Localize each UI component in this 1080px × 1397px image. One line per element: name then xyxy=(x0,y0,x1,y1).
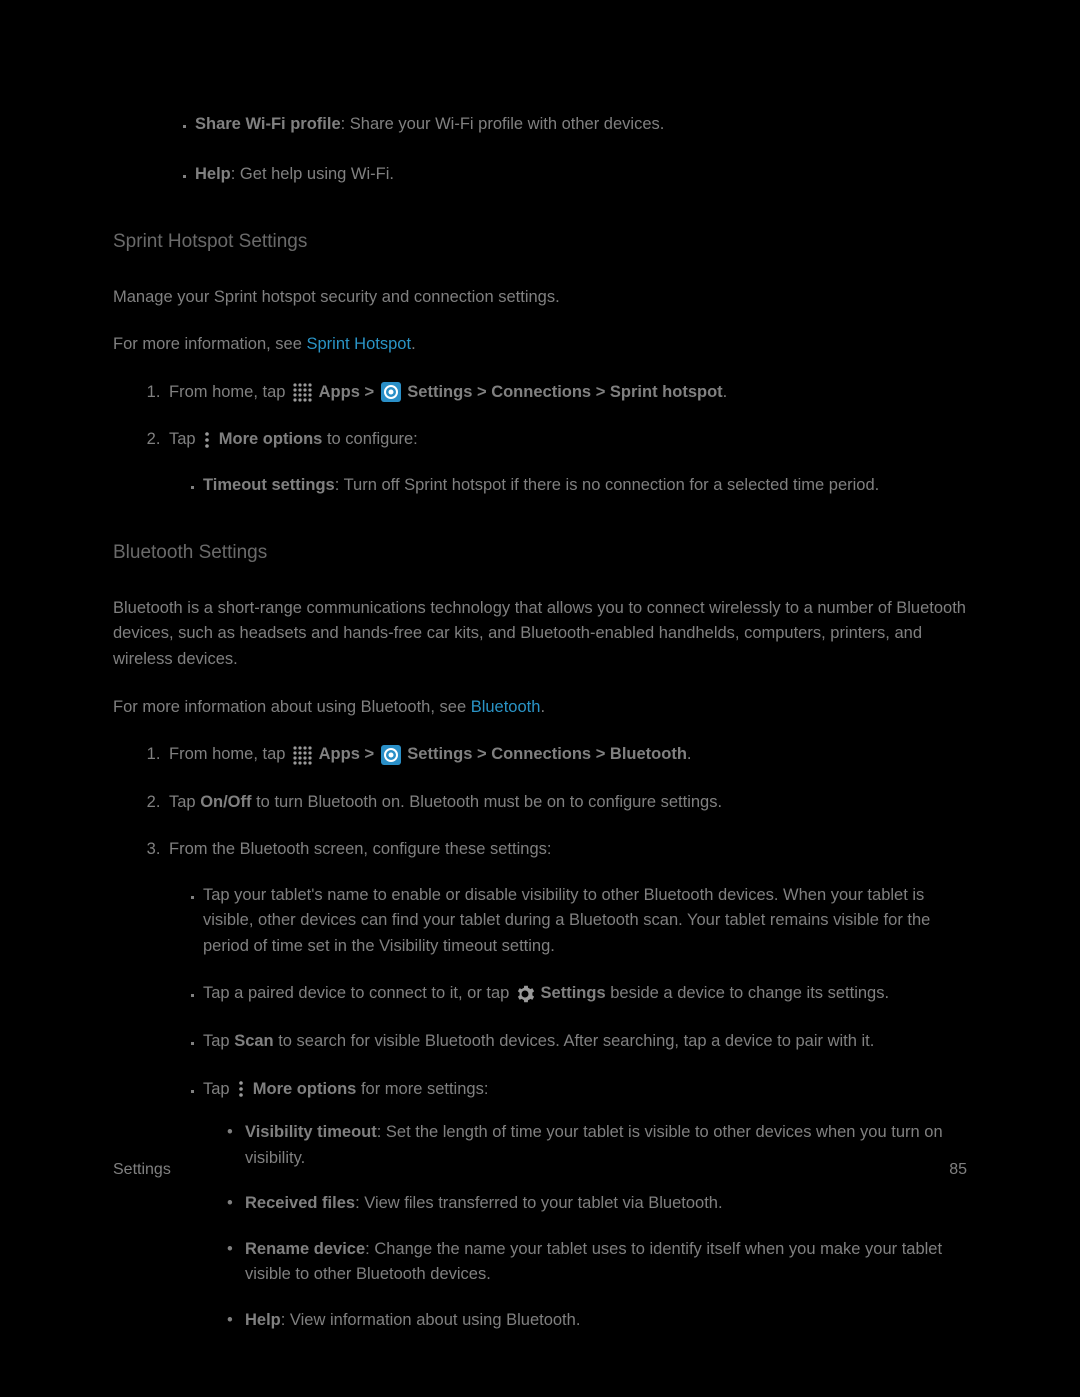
ordered-steps-bluetooth: From home, tap Apps > Settings > Connect… xyxy=(113,742,968,1333)
section-heading-hotspot: Sprint Hotspot Settings xyxy=(113,227,968,256)
document-page: Share Wi-Fi profile: Share your Wi-Fi pr… xyxy=(113,112,968,1356)
section-heading-bluetooth: Bluetooth Settings xyxy=(113,538,968,567)
list-item: Received files: View files transferred t… xyxy=(227,1191,968,1217)
text: Tap xyxy=(203,1032,234,1050)
bullet-text: : Get help using Wi-Fi. xyxy=(231,165,394,183)
text: From the Bluetooth screen, configure the… xyxy=(169,840,551,858)
bullet-text: : Share your Wi-Fi profile with other de… xyxy=(341,115,665,133)
list-item: Help: Get help using Wi-Fi. xyxy=(195,162,968,188)
more-options-icon xyxy=(236,1079,246,1099)
text: Tap a paired device to connect to it, or… xyxy=(203,984,514,1002)
sub-bullets: Tap your tablet's name to enable or disa… xyxy=(169,883,968,1334)
page-number: 85 xyxy=(949,1158,967,1183)
text: For more information about using Bluetoo… xyxy=(113,698,471,716)
more-options-icon xyxy=(202,430,212,450)
text: beside a device to change its settings. xyxy=(606,984,889,1002)
sub-bullets: Timeout settings: Turn off Sprint hotspo… xyxy=(169,473,968,499)
list-item: Rename device: Change the name your tabl… xyxy=(227,1237,968,1288)
list-item: Share Wi-Fi profile: Share your Wi-Fi pr… xyxy=(195,112,968,138)
sprint-hotspot-link[interactable]: Sprint Hotspot xyxy=(307,335,412,353)
bullet-text: Tap your tablet's name to enable or disa… xyxy=(203,886,930,955)
list-item: Tap More options to configure: Timeout s… xyxy=(165,427,968,498)
list-item: Tap On/Off to turn Bluetooth on. Bluetoo… xyxy=(165,790,968,816)
paragraph: Manage your Sprint hotspot security and … xyxy=(113,285,968,311)
breadcrumb: Settings > Connections > Sprint hotspot xyxy=(407,383,722,401)
bluetooth-link[interactable]: Bluetooth xyxy=(471,698,541,716)
bullet-bold: Rename device xyxy=(245,1240,365,1258)
bullet-bold: Received files xyxy=(245,1194,355,1212)
gear-icon xyxy=(516,985,534,1003)
text: to search for visible Bluetooth devices.… xyxy=(274,1032,875,1050)
settings-gear-icon xyxy=(381,745,401,765)
list-item: Tap a paired device to connect to it, or… xyxy=(203,981,968,1007)
ordered-steps-hotspot: From home, tap Apps > Settings > Connect… xyxy=(113,380,968,499)
bullet-bold: Help xyxy=(245,1311,281,1329)
paragraph: For more information about using Bluetoo… xyxy=(113,695,968,721)
bullet-bold: Timeout settings xyxy=(203,476,335,494)
apps-label: Apps xyxy=(319,745,360,763)
list-item: From the Bluetooth screen, configure the… xyxy=(165,837,968,1333)
more-options-label: More options xyxy=(253,1080,357,1098)
settings-gear-icon xyxy=(381,382,401,402)
list-item: Timeout settings: Turn off Sprint hotspo… xyxy=(203,473,968,499)
apps-label: Apps xyxy=(319,383,360,401)
bullet-bold: Help xyxy=(195,165,231,183)
bullet-text: : View information about using Bluetooth… xyxy=(281,1311,581,1329)
onoff-label: On/Off xyxy=(200,793,251,811)
apps-grid-icon xyxy=(292,382,312,402)
list-item: Tap More options for more settings: Visi… xyxy=(203,1077,968,1334)
gt: > xyxy=(360,383,379,401)
list-item: From home, tap Apps > Settings > Connect… xyxy=(165,742,968,768)
bullet-text: : View files transferred to your tablet … xyxy=(355,1194,722,1212)
text: For more information, see xyxy=(113,335,307,353)
footer-section-label: Settings xyxy=(113,1158,171,1183)
text: Tap xyxy=(169,793,200,811)
gt: > xyxy=(360,745,379,763)
paragraph: Bluetooth is a short-range communication… xyxy=(113,596,968,673)
paragraph: For more information, see Sprint Hotspot… xyxy=(113,332,968,358)
text: . xyxy=(687,745,692,763)
text: to configure: xyxy=(322,430,417,448)
bullet-text: : Turn off Sprint hotspot if there is no… xyxy=(335,476,880,494)
scan-label: Scan xyxy=(234,1032,273,1050)
list-item: Help: View information about using Bluet… xyxy=(227,1308,968,1334)
breadcrumb: Settings > Connections > Bluetooth xyxy=(407,745,687,763)
text: . xyxy=(411,335,416,353)
apps-grid-icon xyxy=(292,745,312,765)
dot-bullets: Visibility timeout: Set the length of ti… xyxy=(203,1120,968,1333)
list-item: Visibility timeout: Set the length of ti… xyxy=(227,1120,968,1171)
text: Tap xyxy=(203,1080,234,1098)
text: for more settings: xyxy=(356,1080,488,1098)
list-item: From home, tap Apps > Settings > Connect… xyxy=(165,380,968,406)
text: . xyxy=(723,383,728,401)
bullet-bold: Share Wi-Fi profile xyxy=(195,115,341,133)
text: Tap xyxy=(169,430,200,448)
bullet-bold: Visibility timeout xyxy=(245,1123,377,1141)
text: From home, tap xyxy=(169,383,290,401)
more-options-label: More options xyxy=(219,430,323,448)
text: From home, tap xyxy=(169,745,290,763)
list-item: Tap Scan to search for visible Bluetooth… xyxy=(203,1029,968,1055)
list-item: Tap your tablet's name to enable or disa… xyxy=(203,883,968,960)
settings-label: Settings xyxy=(541,984,606,1002)
text: . xyxy=(540,698,545,716)
top-bullet-list: Share Wi-Fi profile: Share your Wi-Fi pr… xyxy=(113,112,968,187)
text: to turn Bluetooth on. Bluetooth must be … xyxy=(252,793,723,811)
